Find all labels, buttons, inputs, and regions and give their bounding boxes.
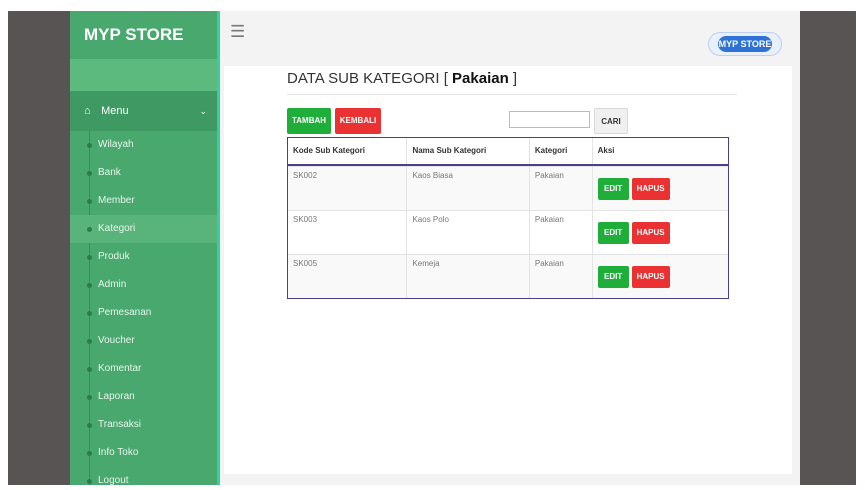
kategori-cell: Pakaian	[528, 255, 592, 298]
sidebar-item-label: Voucher	[98, 335, 135, 346]
sidebar-item-member[interactable]: Member	[70, 187, 217, 215]
edit-button[interactable]: EDIT	[597, 266, 629, 288]
tambah-button[interactable]: TAMBAH	[287, 108, 331, 134]
page-title-suffix: ]	[508, 70, 518, 87]
menu-toggle[interactable]: ⌂ Menu ⌄	[70, 91, 217, 131]
sidebar-item-wilayah[interactable]: Wilayah	[70, 131, 217, 159]
sidebar-item-kategori[interactable]: Kategori	[70, 215, 217, 243]
cari-button[interactable]: CARI	[594, 108, 628, 134]
table-row: SK005 Kemeja Pakaian EDIT HAPUS	[288, 254, 728, 298]
page-title-prefix: DATA SUB KATEGORI [	[287, 70, 453, 87]
brand-title[interactable]: MYP STORE	[70, 11, 217, 59]
sub-kategori-table: Kode Sub Kategori Nama Sub Kategori Kate…	[287, 137, 729, 299]
table-header-row: Kode Sub Kategori Nama Sub Kategori Kate…	[288, 138, 728, 166]
nama-cell: Kemeja	[406, 255, 528, 298]
sidebar-item-label: Kategori	[98, 223, 136, 234]
sidebar-item-label: Bank	[98, 167, 121, 178]
sidebar-item-label: Logout	[98, 475, 129, 485]
column-header: Nama Sub Kategori	[406, 138, 528, 164]
bullet-icon	[87, 227, 92, 232]
bullet-icon	[87, 199, 92, 204]
page-title: DATA SUB KATEGORI [ Pakaian ]	[287, 70, 737, 95]
bullet-icon	[87, 451, 92, 456]
store-logo-text: MYP STORE	[718, 36, 772, 52]
bullet-icon	[87, 171, 92, 176]
menu-label: Menu	[101, 105, 129, 117]
page-title-category: Pakaian	[452, 70, 509, 87]
sidebar-nav: Wilayah Bank Member Kategori Produk Admi…	[70, 131, 217, 485]
sidebar-item-info-toko[interactable]: Info Toko	[70, 439, 217, 467]
store-logo: MYP STORE	[708, 32, 782, 56]
sidebar-item-label: Info Toko	[98, 447, 139, 458]
hapus-button[interactable]: HAPUS	[631, 222, 670, 244]
sidebar-item-voucher[interactable]: Voucher	[70, 327, 217, 355]
bullet-icon	[87, 311, 92, 316]
sidebar-item-label: Komentar	[98, 363, 142, 374]
bullet-icon	[87, 283, 92, 288]
sidebar-item-label: Admin	[98, 279, 127, 290]
kode-cell: SK005	[293, 259, 318, 268]
bullet-icon	[87, 423, 92, 428]
bullet-icon	[87, 339, 92, 344]
bullet-icon	[87, 255, 92, 260]
hapus-button[interactable]: HAPUS	[631, 178, 670, 200]
column-header: Kode Sub Kategori	[293, 146, 366, 155]
sidebar-item-label: Laporan	[98, 391, 135, 402]
table-row: SK003 Kaos Polo Pakaian EDIT HAPUS	[288, 210, 728, 254]
sidebar-item-bank[interactable]: Bank	[70, 159, 217, 187]
aksi-cell: EDIT HAPUS	[591, 167, 728, 210]
kembali-button[interactable]: KEMBALI	[335, 108, 381, 134]
bullet-icon	[87, 479, 92, 484]
chevron-down-icon: ⌄	[199, 106, 207, 116]
kode-cell: SK002	[293, 171, 318, 180]
top-navbar: ☰ MYP STORE	[220, 11, 800, 59]
column-header: Kategori	[528, 138, 592, 164]
sidebar: MYP STORE ⌂ Menu ⌄ Wilayah Bank Member K…	[70, 11, 220, 485]
bullet-icon	[87, 367, 92, 372]
kode-cell: SK003	[293, 215, 318, 224]
sidebar-item-komentar[interactable]: Komentar	[70, 355, 217, 383]
aksi-cell: EDIT HAPUS	[591, 255, 728, 298]
search-input[interactable]	[509, 111, 590, 128]
sidebar-item-logout[interactable]: Logout	[70, 467, 217, 485]
kategori-cell: Pakaian	[528, 211, 592, 254]
sidebar-item-admin[interactable]: Admin	[70, 271, 217, 299]
sidebar-item-laporan[interactable]: Laporan	[70, 383, 217, 411]
column-header: Aksi	[591, 138, 728, 164]
sidebar-item-label: Member	[98, 195, 135, 206]
sidebar-item-pemesanan[interactable]: Pemesanan	[70, 299, 217, 327]
bullet-icon	[87, 395, 92, 400]
aksi-cell: EDIT HAPUS	[591, 211, 728, 254]
hapus-button[interactable]: HAPUS	[631, 266, 670, 288]
table-row: SK002 Kaos Biasa Pakaian EDIT HAPUS	[288, 166, 728, 210]
kategori-cell: Pakaian	[528, 167, 592, 210]
sidebar-item-label: Produk	[98, 251, 130, 262]
sidebar-item-label: Pemesanan	[98, 307, 152, 318]
sidebar-item-label: Transaksi	[98, 419, 141, 430]
sidebar-item-transaksi[interactable]: Transaksi	[70, 411, 217, 439]
sidebar-spacer	[70, 59, 217, 91]
bullet-icon	[87, 143, 92, 148]
nama-cell: Kaos Biasa	[406, 167, 528, 210]
hamburger-menu-icon[interactable]: ☰	[230, 23, 245, 41]
edit-button[interactable]: EDIT	[597, 178, 629, 200]
edit-button[interactable]: EDIT	[597, 222, 629, 244]
sidebar-item-label: Wilayah	[98, 139, 134, 150]
home-icon: ⌂	[84, 105, 91, 117]
nama-cell: Kaos Polo	[406, 211, 528, 254]
sidebar-item-produk[interactable]: Produk	[70, 243, 217, 271]
